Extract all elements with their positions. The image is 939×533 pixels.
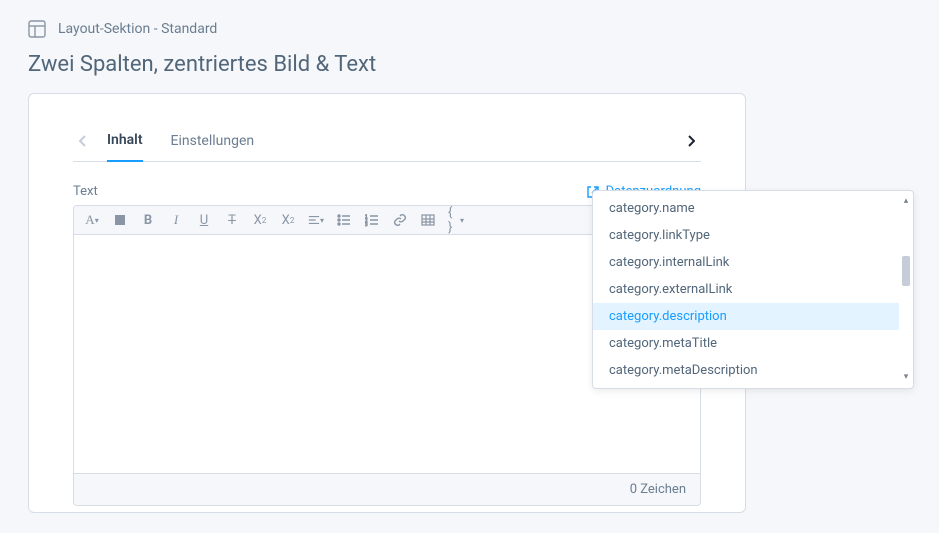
fullscreen-button[interactable] — [112, 212, 128, 228]
dropdown-list: category.namecategory.linkTypecategory.i… — [593, 195, 899, 384]
scroll-track[interactable] — [901, 208, 911, 371]
scroll-up-arrow-icon[interactable]: ▴ — [904, 197, 909, 206]
underline-button[interactable]: U — [196, 212, 212, 228]
italic-button[interactable]: I — [168, 212, 184, 228]
block-title: Zwei Spalten, zentriertes Bild & Text — [28, 52, 911, 77]
char-count: 0 Zeichen — [630, 482, 686, 497]
subscript-button[interactable]: X2 — [280, 212, 296, 228]
code-block-button[interactable]: { }▾ — [448, 212, 464, 228]
section-header: Layout-Sektion - Standard — [28, 20, 911, 38]
bold-button[interactable]: B — [140, 212, 156, 228]
layout-icon — [28, 20, 46, 38]
data-mapping-dropdown: category.namecategory.linkTypecategory.i… — [592, 190, 914, 389]
tab-scroll-right[interactable] — [681, 121, 701, 161]
dropdown-item[interactable]: category.metaDescription — [593, 357, 899, 384]
editor-footer: 0 Zeichen — [74, 473, 700, 505]
ordered-list-button[interactable]: 123 — [364, 212, 380, 228]
link-button[interactable] — [392, 212, 408, 228]
scroll-thumb[interactable] — [902, 256, 910, 286]
unordered-list-button[interactable] — [336, 212, 352, 228]
tab-settings[interactable]: Einstellungen — [171, 121, 255, 161]
align-button[interactable]: ▾ — [308, 212, 324, 228]
strikethrough-button[interactable]: T — [224, 212, 240, 228]
dropdown-item[interactable]: category.description — [593, 303, 899, 330]
field-label: Text — [73, 184, 98, 199]
table-button[interactable] — [420, 212, 436, 228]
dropdown-item[interactable]: category.metaTitle — [593, 330, 899, 357]
section-label: Layout-Sektion - Standard — [58, 21, 217, 37]
superscript-button[interactable]: X2 — [252, 212, 268, 228]
tab-content[interactable]: Inhalt — [107, 120, 143, 162]
tab-row: Inhalt Einstellungen — [73, 120, 701, 162]
scroll-down-arrow-icon[interactable]: ▾ — [904, 373, 909, 382]
dropdown-item[interactable]: category.name — [593, 195, 899, 222]
font-family-button[interactable]: A▾ — [84, 212, 100, 228]
tab-scroll-left[interactable] — [73, 121, 93, 161]
dropdown-item[interactable]: category.internalLink — [593, 249, 899, 276]
dropdown-item[interactable]: category.externalLink — [593, 276, 899, 303]
dropdown-item[interactable]: category.linkType — [593, 222, 899, 249]
dropdown-scrollbar[interactable]: ▴ ▾ — [899, 195, 913, 384]
svg-text:3: 3 — [365, 223, 368, 227]
